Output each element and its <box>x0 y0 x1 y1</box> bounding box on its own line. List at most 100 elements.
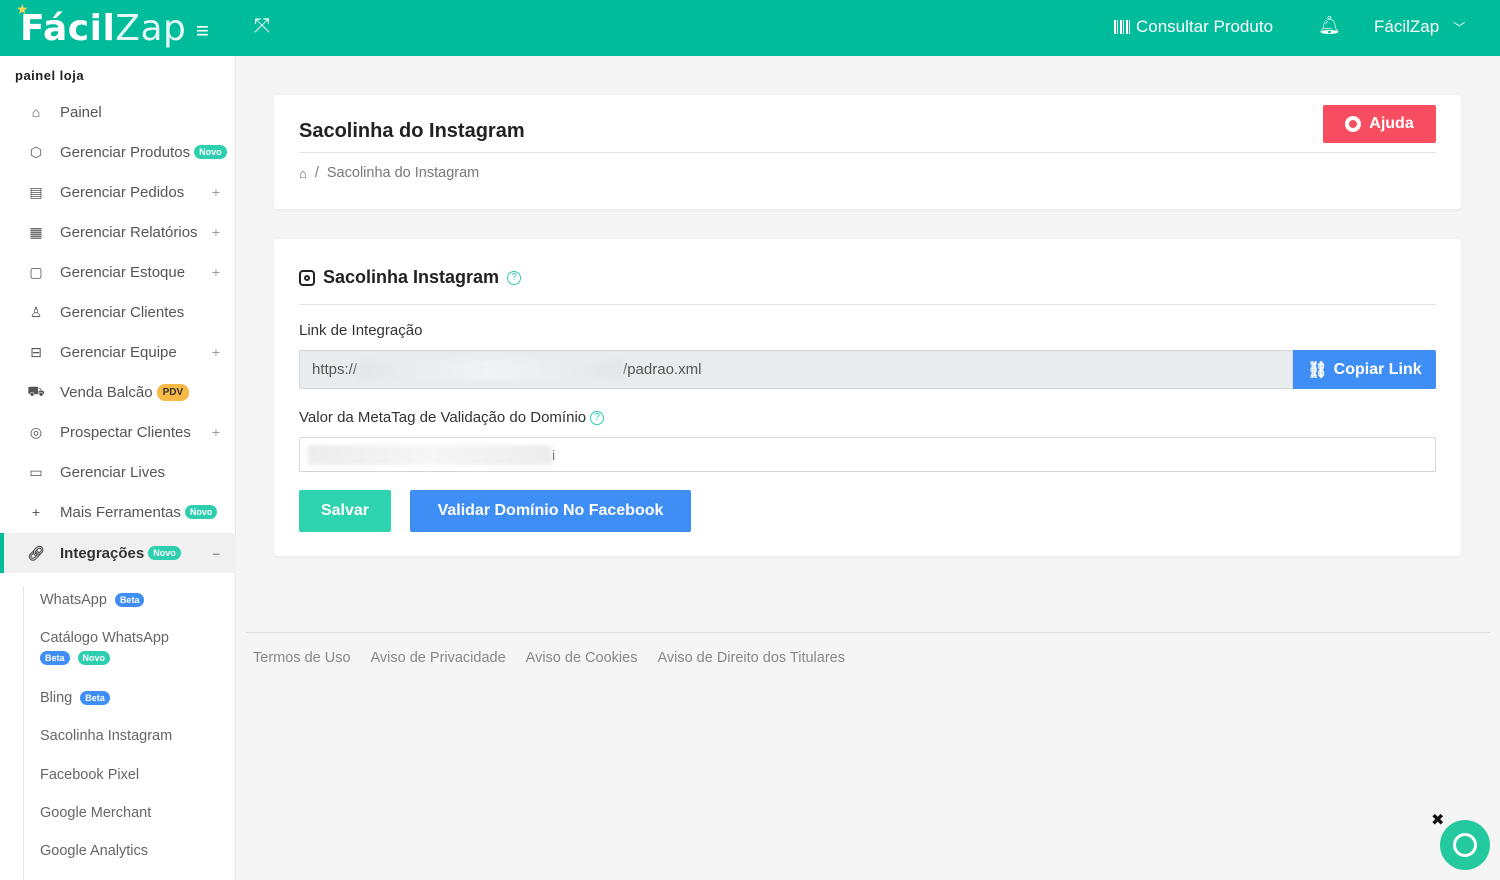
link-icon: 🔗︎ <box>27 544 45 561</box>
calendar-icon: ▦ <box>29 223 43 240</box>
submenu-whatsapp[interactable]: WhatsApp Beta <box>40 592 145 608</box>
meta-label: Valor da MetaTag de Validação do Domínio… <box>299 409 605 426</box>
expand-icon[interactable]: + <box>212 344 220 360</box>
user-menu[interactable]: FácilZap ﹀ <box>1374 17 1465 37</box>
logo-part2: Zap <box>115 8 187 49</box>
integration-form-card: Sacolinha Instagram ? Link de Integração… <box>274 239 1461 556</box>
expand-icon[interactable]: + <box>212 424 220 440</box>
page-header-card: Sacolinha do Instagram Ajuda ⌂ / Sacolin… <box>274 95 1461 209</box>
sidebar-item-label: Venda Balcão <box>60 383 153 401</box>
novo-badge: Novo <box>148 546 181 560</box>
integracoes-submenu: WhatsApp Beta Catálogo WhatsApp Beta Nov… <box>23 586 235 880</box>
star-icon: ★ <box>16 2 30 18</box>
fullscreen-icon[interactable]: ⤧ <box>254 15 270 38</box>
sidebar-item-label: Gerenciar Equipe <box>60 343 177 361</box>
footer-link-titulares[interactable]: Aviso de Direito dos Titulares <box>657 650 845 666</box>
sidebar-item-label: Gerenciar Clientes <box>60 303 185 321</box>
footer-links: Termos de Uso Aviso de Privacidade Aviso… <box>253 650 845 666</box>
barcode-icon <box>1114 20 1132 34</box>
submenu-label: Catálogo WhatsApp <box>40 630 169 646</box>
expand-icon[interactable]: + <box>212 264 220 280</box>
consultar-produto-button[interactable]: Consultar Produto <box>1114 17 1273 37</box>
sidebar-item-lives[interactable]: ▭ Gerenciar Lives <box>0 452 236 492</box>
whatsapp-icon: ◎ <box>29 423 43 440</box>
sidebar-item-label: Gerenciar Produtos <box>60 143 191 161</box>
lifebuoy-icon <box>1345 116 1362 132</box>
collapse-icon[interactable]: – <box>212 545 220 561</box>
metatag-field[interactable]: i <box>299 437 1436 472</box>
close-icon[interactable]: ✖ <box>1431 810 1444 830</box>
bell-icon[interactable]: 🔔︎ <box>1318 15 1341 36</box>
footer-link-termos[interactable]: Termos de Uso <box>253 650 351 666</box>
sidebar-item-relatorios[interactable]: ▦ Gerenciar Relatórios + <box>0 212 236 252</box>
divider <box>299 304 1436 305</box>
metatag-value-end: i <box>552 446 556 463</box>
sidebar-item-estoque[interactable]: ▢ Gerenciar Estoque + <box>0 252 236 292</box>
pdv-badge: PDV <box>156 383 190 401</box>
sidebar-item-painel[interactable]: ⌂ Painel <box>0 92 236 132</box>
clipboard-icon: ▢ <box>29 263 43 280</box>
whatsapp-icon <box>1453 833 1477 857</box>
sidebar-item-equipe[interactable]: ⊟ Gerenciar Equipe + <box>0 332 236 372</box>
sidebar-item-pedidos[interactable]: ▤ Gerenciar Pedidos + <box>0 172 236 212</box>
breadcrumb-current: Sacolinha do Instagram <box>326 165 480 181</box>
expand-icon[interactable]: + <box>212 224 220 240</box>
novo-badge: Novo <box>184 505 218 519</box>
sidebar-item-prospectar[interactable]: ◎ Prospectar Clientes + <box>0 412 236 452</box>
beta-badge: Beta <box>114 593 145 608</box>
sidebar-item-label: Integrações <box>60 544 145 562</box>
submenu-label: Facebook Pixel <box>40 767 140 783</box>
help-icon[interactable]: ? <box>590 410 605 425</box>
submenu-sacolinha-instagram[interactable]: Sacolinha Instagram <box>40 728 172 744</box>
home-icon: ⌂ <box>31 104 41 120</box>
ajuda-button[interactable]: Ajuda <box>1323 105 1436 143</box>
logo[interactable]: ★ FácilZap <box>16 2 187 49</box>
sidebar-item-label: Gerenciar Lives <box>60 463 166 481</box>
ajuda-label: Ajuda <box>1369 115 1414 132</box>
video-icon: ▭ <box>29 463 43 480</box>
help-icon[interactable]: ? <box>507 270 522 285</box>
expand-icon[interactable]: + <box>212 184 220 200</box>
footer-divider <box>246 632 1490 633</box>
novo-badge: Novo <box>77 651 111 666</box>
link-label: Link de Integração <box>299 322 422 339</box>
user-icon: ♙ <box>29 303 43 320</box>
sidebar-item-label: Gerenciar Estoque <box>60 263 186 281</box>
save-button[interactable]: Salvar <box>299 490 391 532</box>
sidebar-item-mais-ferramentas[interactable]: + Mais Ferramentas Novo <box>0 492 236 532</box>
sidebar-item-clientes[interactable]: ♙ Gerenciar Clientes <box>0 292 236 332</box>
integration-link-field[interactable]: https:// /padrao.xml <box>299 350 1293 389</box>
submenu-facebook-pixel[interactable]: Facebook Pixel <box>40 767 139 783</box>
redacted-metatag <box>308 444 552 465</box>
submenu-google-merchant[interactable]: Google Merchant <box>40 805 151 821</box>
sidebar-item-produtos[interactable]: ⬡ Gerenciar Produtos Novo <box>0 132 236 172</box>
submenu-label: Google Analytics <box>40 843 149 859</box>
link-suffix: /padrao.xml <box>623 361 702 378</box>
briefcase-icon: ⊟ <box>30 343 42 360</box>
sidebar-item-venda-balcao[interactable]: ⛟ Venda Balcão PDV <box>0 372 236 412</box>
validate-domain-button[interactable]: Validar Domínio No Facebook <box>410 490 691 532</box>
sidebar-title: painel loja <box>15 68 85 83</box>
sidebar-item-label: Mais Ferramentas <box>60 503 181 521</box>
whatsapp-float-button[interactable] <box>1440 820 1490 870</box>
home-icon[interactable]: ⌂ <box>299 166 307 181</box>
footer-link-cookies[interactable]: Aviso de Cookies <box>526 650 638 666</box>
instagram-icon <box>299 269 315 286</box>
redacted-domain <box>357 359 624 380</box>
copy-link-button[interactable]: ⛓ Copiar Link <box>1293 350 1436 389</box>
receipt-icon: ▤ <box>29 183 43 200</box>
user-name: FácilZap <box>1374 17 1440 36</box>
footer-link-privacidade[interactable]: Aviso de Privacidade <box>371 650 506 666</box>
sidebar-item-label: Painel <box>60 103 102 121</box>
plus-icon: + <box>31 504 41 520</box>
submenu-bling[interactable]: Bling Beta <box>40 690 110 706</box>
submenu-catalogo-whatsapp[interactable]: Catálogo WhatsApp Beta Novo <box>40 630 169 666</box>
novo-badge: Novo <box>194 145 227 159</box>
breadcrumb: ⌂ / Sacolinha do Instagram <box>299 165 479 181</box>
menu-icon[interactable]: ≡ <box>196 18 209 44</box>
breadcrumb-separator: / <box>314 165 319 181</box>
sidebar-item-integracoes[interactable]: 🔗︎ Integrações Novo – <box>0 533 236 573</box>
submenu-google-analytics[interactable]: Google Analytics <box>40 843 148 859</box>
link-prefix: https:// <box>312 361 358 378</box>
link-label-text: Link de Integração <box>299 322 423 339</box>
